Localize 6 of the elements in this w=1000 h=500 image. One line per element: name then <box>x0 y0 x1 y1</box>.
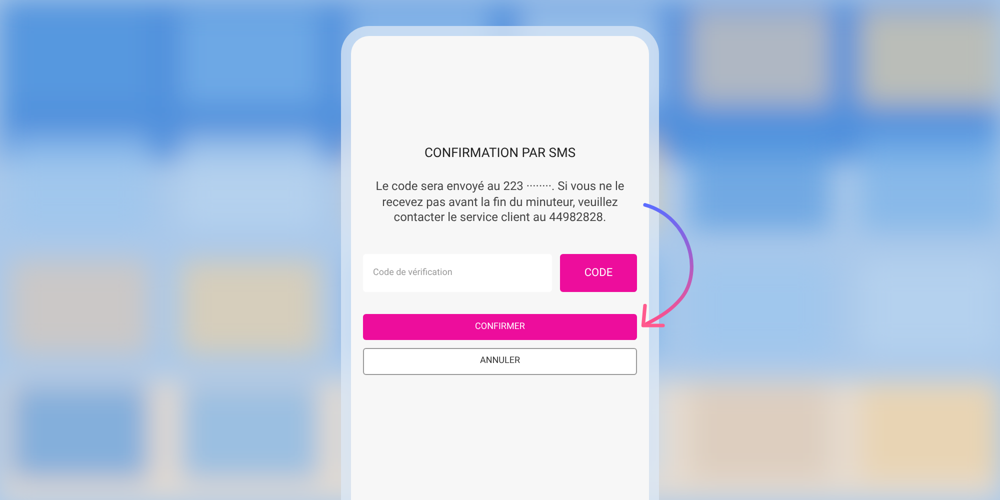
code-input-field[interactable]: Code de vérification <box>363 254 552 292</box>
code-button[interactable]: CODE <box>560 254 637 292</box>
cancel-button[interactable]: ANNULER <box>363 348 637 375</box>
message-text: Le code sera envoyé au 223 ········. Si vous ne le recevez pas avant la fin du minuteur, veuillez contacter le service client au 44982828. <box>374 179 626 226</box>
dialog-title: CONFIRMATION PAR SMS <box>423 146 577 161</box>
confirm-button[interactable]: CONFIRMER <box>363 314 637 340</box>
